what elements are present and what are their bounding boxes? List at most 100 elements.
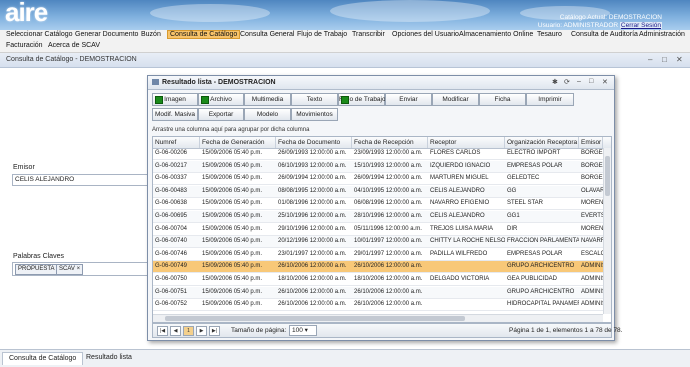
multimedia-button[interactable]: Multimedia [244,93,291,106]
menu-item-consulta-general[interactable]: Consulta General [240,31,294,38]
scroll-thumb[interactable] [165,316,465,321]
column-header[interactable]: Fecha de Generación [200,137,276,148]
movimientos-button[interactable]: Movimientos [291,108,338,121]
menu-item-buzon[interactable]: Buzón [141,31,161,38]
column-header[interactable]: Fecha de Documento [276,137,352,148]
horizontal-scrollbar[interactable] [153,314,603,322]
table-row[interactable]: G-06-00752 15/09/2006 05:40 p.m. 26/10/200… [153,299,603,312]
page-size-select[interactable]: 100 ▾ [289,325,317,336]
page-number-button[interactable]: 1 [183,326,194,336]
menu-item-generar-documento[interactable]: Generar Documento [75,31,138,38]
column-header[interactable]: Numref [153,137,200,148]
table-cell: G-06-00206 [155,150,188,156]
bottom-tabbar: Consulta de Catálogo Resultado lista [0,349,690,367]
table-cell: 29/10/1996 12:00:00 a.m. [278,225,347,232]
table-row[interactable]: G-06-00750 15/09/2006 05:40 p.m. 18/10/200… [153,274,603,286]
table-row[interactable]: G-06-00746 15/09/2006 05:40 p.m. 23/01/199… [153,249,603,261]
table-cell: 18/10/2006 12:00:00 a.m. [278,276,347,282]
group-by-hint[interactable]: Arrastre una columna aquí para agrupar p… [152,126,610,135]
table-cell: TREJOS LUISA MARIA [430,225,494,232]
emisor-field[interactable]: CELIS ALEJANDRO [12,174,148,186]
menu-item-consulta-auditoria[interactable]: Consulta de Auditoría [571,31,638,38]
exportar-button[interactable]: Exportar [198,108,244,121]
archivo-button[interactable]: Archivo [198,93,244,106]
modelo-button[interactable]: Modelo [244,108,291,121]
table-cell: 15/09/2006 05:40 p.m. [202,187,263,194]
table-cell: GELEDTEC [507,175,540,182]
table-cell [428,287,505,298]
next-page-button[interactable]: ▶ [196,326,207,336]
cloud-decoration [150,4,270,22]
table-row[interactable]: G-06-00751 15/09/2006 05:40 p.m. 26/10/200… [153,286,603,299]
prev-page-button[interactable]: ◀ [170,326,181,336]
menu-item-administracion[interactable]: Administración [639,31,685,38]
emisor-label: Emisor [13,164,35,171]
menu-item-consulta-catalogo[interactable]: Consulta de Catálogo [167,30,241,39]
menu-item-almacenamiento-online[interactable]: Almacenamiento Online [459,31,533,38]
menu-item-facturacion[interactable]: Facturación [6,42,43,49]
first-page-button[interactable]: |◀ [157,326,168,336]
column-header[interactable]: Fecha de Recepción [352,137,428,148]
table-row[interactable]: G-06-00749 15/09/2006 05:40 p.m. 26/10/200… [153,261,603,274]
table-cell: 26/10/2006 12:00:00 a.m. [354,263,423,270]
table-cell: EMPRESAS POLAR [507,250,563,257]
table-row[interactable]: G-06-00217 15/09/2006 05:40 p.m. 06/10/199… [153,160,603,173]
minimize-icon[interactable]: – [577,78,581,85]
enviar-button[interactable]: Enviar [385,93,432,106]
ficha-button[interactable]: Ficha [479,93,526,106]
file-icon [201,96,209,104]
refresh-icon[interactable]: ⟳ [564,78,570,86]
cloud-decoration [330,0,490,22]
imprimir-button[interactable]: Imprimir [526,93,574,106]
menu-item-seleccionar-catalogo[interactable]: Seleccionar Catálogo [6,31,73,38]
table-cell: 29/01/1997 12:00:00 a.m. [354,250,423,257]
scroll-thumb[interactable] [605,156,610,196]
table-cell: 26/10/2006 12:00:00 a.m. [354,301,423,308]
column-header[interactable]: Receptor [428,137,505,148]
logout-link[interactable]: Cerrar Sesión [619,22,662,29]
table-cell: 04/10/1995 12:00:00 a.m. [354,187,423,194]
last-page-button[interactable]: ▶| [209,326,220,336]
table-cell: GEA PUBLICIDAD [507,276,558,282]
vertical-scrollbar[interactable] [603,148,611,314]
minimize-icon[interactable]: – [648,55,652,64]
menu-item-flujo-trabajo[interactable]: Flujo de Trabajo [297,31,347,38]
close-icon[interactable]: ✕ [602,78,608,86]
table-row[interactable]: G-06-00337 15/09/2006 05:40 p.m. 26/09/199… [153,173,603,186]
table-row[interactable]: G-06-00638 15/09/2006 05:40 p.m. 01/08/199… [153,198,603,211]
dialog-titlebar[interactable]: Resultado lista - DEMOSTRACION ✱ ⟳ – □ ✕ [148,76,614,90]
palabras-claves-label: Palabras Claves [13,253,64,260]
pin-icon[interactable]: ✱ [552,78,558,86]
keyword-tag[interactable]: SCAV × [56,264,84,275]
menu-item-opciones-usuario[interactable]: Opciones del Usuario [392,31,459,38]
table-cell: 23/09/1993 12:00:00 a.m. [354,150,423,156]
menu-item-acerca-de[interactable]: Acerca de SCAV [48,42,100,49]
modificar-button[interactable]: Modificar [432,93,479,106]
column-header[interactable]: Organización Receptora [505,137,579,148]
workflow-icon [341,96,349,104]
menu-item-transcribir[interactable]: Transcribir [352,31,385,38]
table-cell: 15/09/2006 05:40 p.m. [202,250,263,257]
maximize-icon[interactable]: □ [662,55,667,64]
texto-button[interactable]: Texto [291,93,338,106]
menu-item-tesauro[interactable]: Tesauro [537,31,562,38]
table-row[interactable]: G-06-00704 15/09/2006 05:40 p.m. 29/10/199… [153,224,603,236]
column-header[interactable]: Emisor [579,137,603,148]
tab-resultado-lista[interactable]: Resultado lista [80,352,138,364]
table-row[interactable]: G-06-00740 15/09/2006 05:40 p.m. 20/12/199… [153,236,603,249]
tab-consulta-catalogo[interactable]: Consulta de Catálogo [2,352,84,365]
modif-masiva-button[interactable]: Modif. Masiva [152,108,198,121]
panel-title: Consulta de Catálogo - DEMOSTRACION [6,56,137,63]
close-icon[interactable]: ✕ [676,55,683,64]
table-cell: NAVARRO EFIGENIO [430,200,490,207]
table-row[interactable]: G-06-00483 15/09/2006 05:40 p.m. 08/08/199… [153,185,603,198]
table-cell: IZQUIERDO IGNACIO [430,162,491,169]
table-row[interactable]: G-06-00695 15/09/2006 05:40 p.m. 25/10/199… [153,211,603,223]
imagen-button[interactable]: Imagen [152,93,198,106]
flujo-trabajo-button[interactable]: Flujo de Trabajo [338,93,386,106]
table-row[interactable]: G-06-00206 15/09/2006 05:40 p.m. 26/09/199… [153,148,603,160]
maximize-icon[interactable]: □ [589,78,593,85]
table-cell [428,299,505,310]
current-catalog-text: Catálogo Actual: DEMOSTRACION [559,14,662,21]
table-cell: 10/01/1997 12:00:00 a.m. [354,238,423,245]
